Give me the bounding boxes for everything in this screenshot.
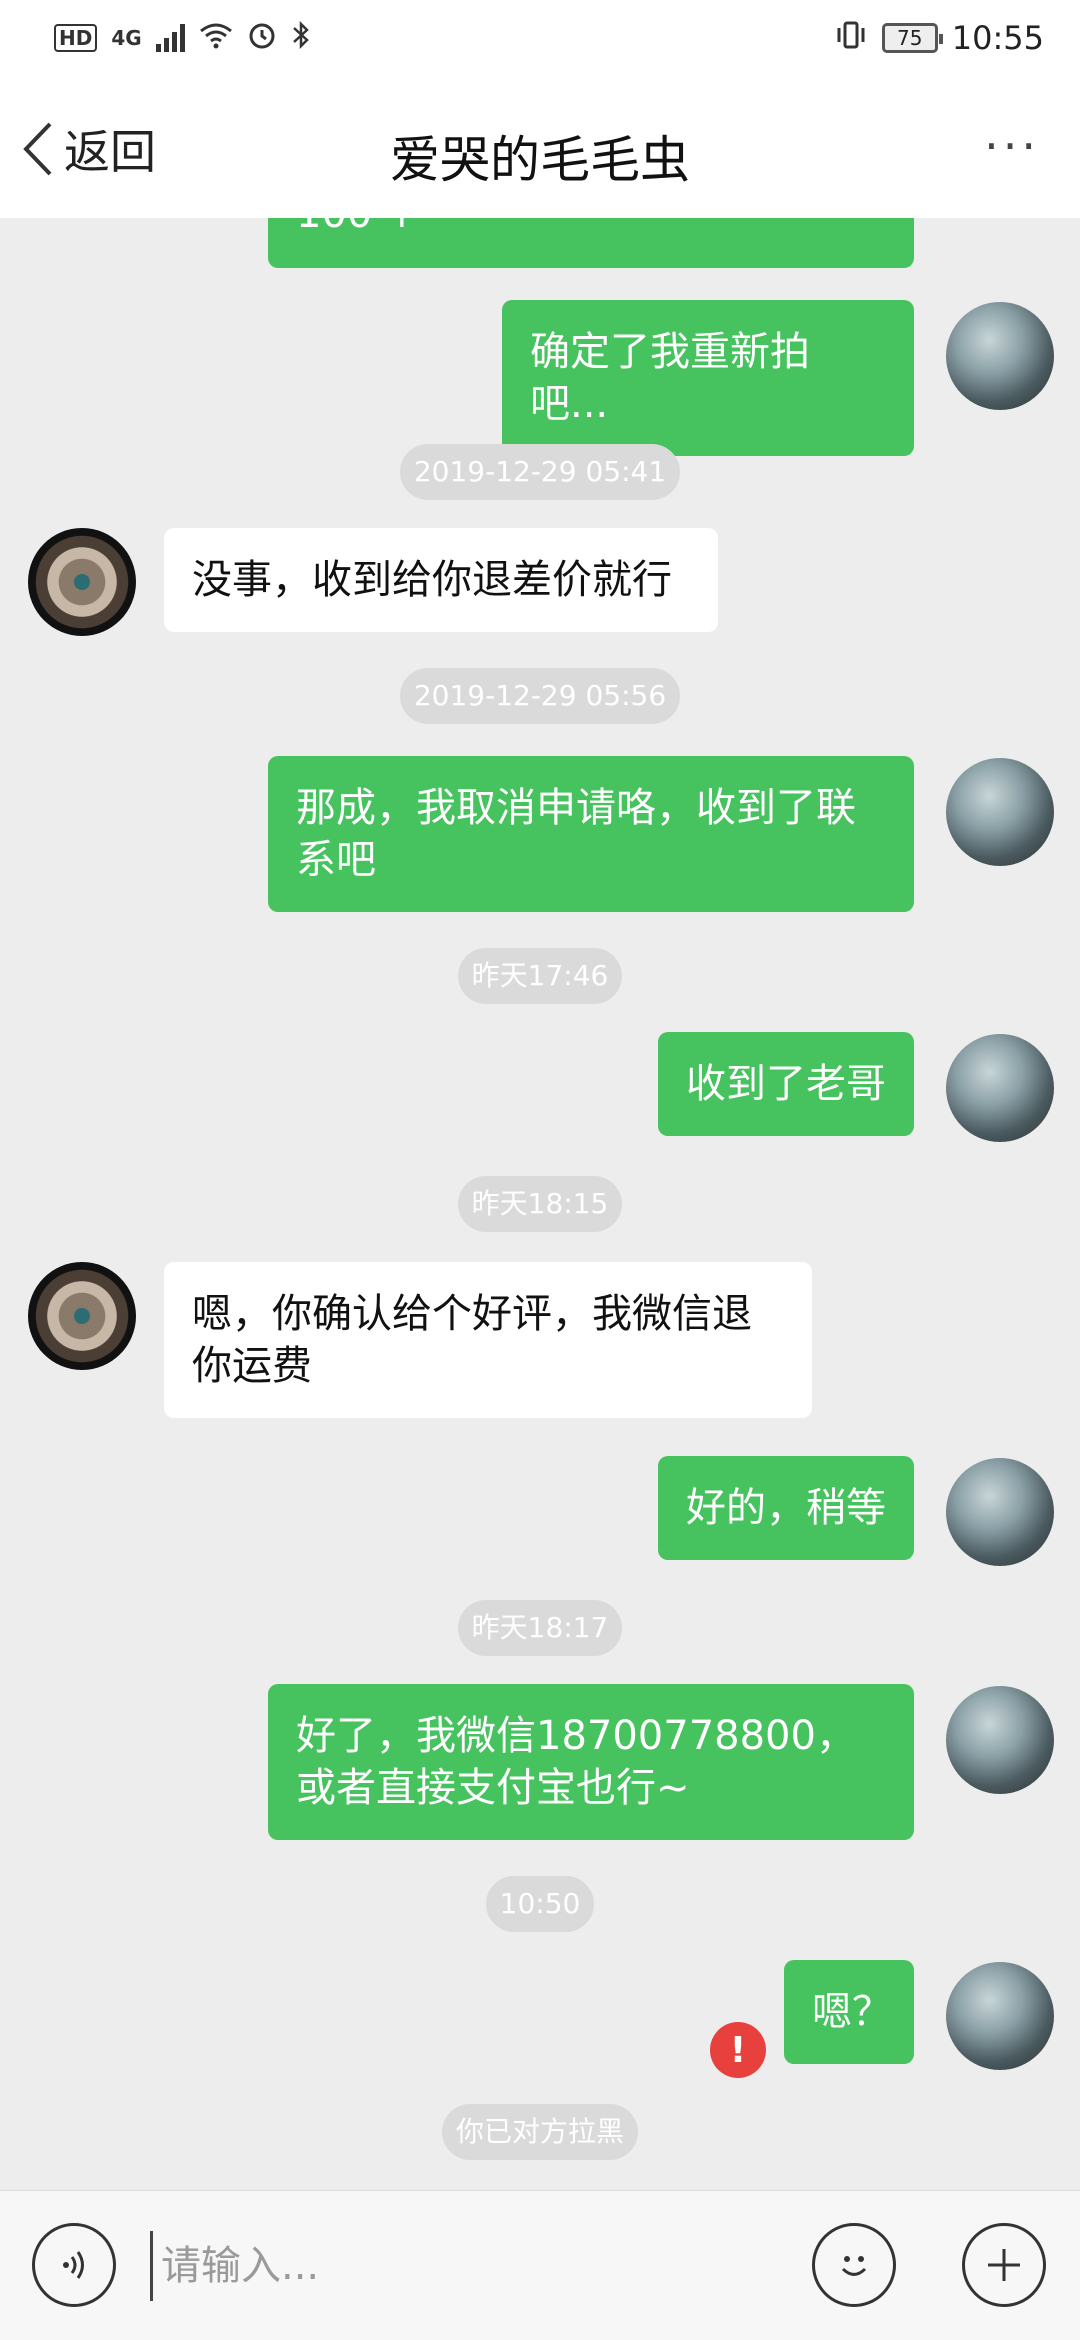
- status-bar: HD 4G 75 10:55: [0, 0, 1080, 76]
- timestamp-text: 2019-12-29 05:56: [399, 668, 681, 724]
- message-bubble[interactable]: 好了，我微信18700778800，或者直接支付宝也行~: [268, 1684, 914, 1840]
- alarm-icon: [247, 20, 277, 57]
- self-avatar[interactable]: [946, 1458, 1054, 1566]
- input-bar: 请输入...: [0, 2190, 1080, 2340]
- message-bubble[interactable]: 收到了老哥: [658, 1032, 914, 1136]
- voice-button[interactable]: [32, 2223, 116, 2307]
- timestamp: 昨天18:15: [0, 1176, 1080, 1232]
- chat-area[interactable]: 100 + 确定了我重新拍吧... 2019-12-29 05:41 没事，收到…: [0, 218, 1080, 2190]
- self-avatar[interactable]: [946, 1962, 1054, 2070]
- timestamp: 昨天17:46: [0, 948, 1080, 1004]
- plus-button[interactable]: [962, 2223, 1046, 2307]
- contact-avatar[interactable]: [28, 1262, 136, 1370]
- bluetooth-icon: [291, 20, 311, 57]
- status-bar-left: HD 4G: [54, 20, 311, 57]
- more-button[interactable]: ···: [984, 123, 1040, 169]
- message-bubble[interactable]: 嗯？: [784, 1960, 914, 2064]
- timestamp-text: 昨天18:15: [457, 1176, 623, 1232]
- message-bubble[interactable]: 100 +: [268, 218, 914, 268]
- timestamp: 10:50: [0, 1876, 1080, 1932]
- voice-icon: [63, 2251, 84, 2279]
- signal-icon: [155, 24, 185, 52]
- timestamp-text: 昨天17:46: [457, 948, 623, 1004]
- status-bar-right: 75 10:55: [834, 19, 1044, 57]
- timestamp-text: 2019-12-29 05:41: [399, 444, 681, 500]
- blocked-notice-text: 你已对方拉黑: [441, 2104, 638, 2160]
- self-avatar[interactable]: [946, 1686, 1054, 1794]
- timestamp: 昨天18:17: [0, 1600, 1080, 1656]
- contact-avatar[interactable]: [28, 528, 136, 636]
- message-bubble[interactable]: 嗯，你确认给个好评，我微信退你运费: [164, 1262, 812, 1418]
- message-bubble[interactable]: 没事，收到给你退差价就行: [164, 528, 718, 632]
- message-bubble[interactable]: 那成，我取消申请咯，收到了联系吧: [268, 756, 914, 912]
- timestamp: 2019-12-29 05:41: [0, 444, 1080, 500]
- message-bubble[interactable]: 确定了我重新拍吧...: [502, 300, 914, 456]
- battery-icon: 75: [881, 23, 943, 53]
- chat-header: 返回 爱哭的毛毛虫 ···: [0, 76, 1080, 218]
- wifi-icon: [199, 21, 233, 56]
- self-avatar[interactable]: [946, 302, 1054, 410]
- timestamp: 2019-12-29 05:56: [0, 668, 1080, 724]
- send-failed-icon[interactable]: !: [710, 2022, 766, 2078]
- blocked-notice: 你已对方拉黑: [0, 2104, 1080, 2160]
- emoji-button[interactable]: [812, 2223, 896, 2307]
- self-avatar[interactable]: [946, 758, 1054, 866]
- plus-icon: [988, 2249, 1020, 2281]
- page-title: 爱哭的毛毛虫: [390, 131, 690, 189]
- self-avatar[interactable]: [946, 1034, 1054, 1142]
- emoji-icon: [841, 2256, 867, 2276]
- status-time: 10:55: [951, 19, 1044, 57]
- message-input[interactable]: 请输入...: [150, 2231, 790, 2301]
- timestamp-text: 昨天18:17: [457, 1600, 623, 1656]
- timestamp-text: 10:50: [485, 1876, 595, 1932]
- message-bubble[interactable]: 好的，稍等: [658, 1456, 914, 1560]
- vibrate-icon: [834, 20, 868, 57]
- network-type: 4G: [111, 26, 142, 50]
- hd-indicator: HD: [54, 24, 98, 52]
